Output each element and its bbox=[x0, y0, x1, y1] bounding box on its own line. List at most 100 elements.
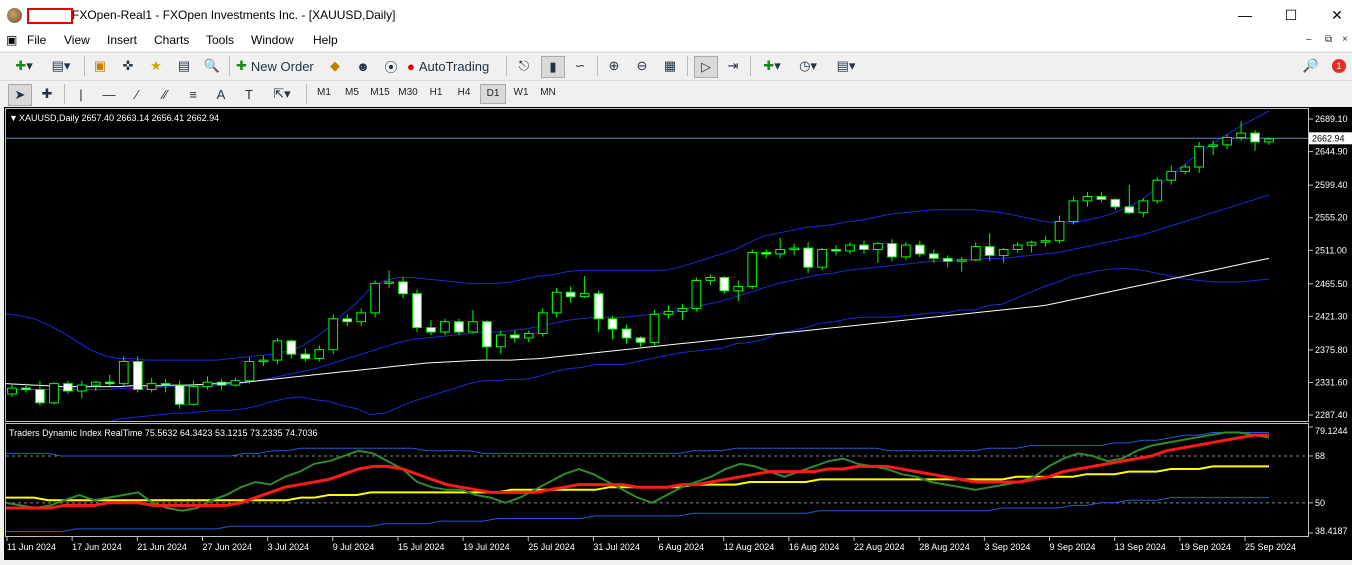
timeframe-m1[interactable]: M1 bbox=[312, 84, 336, 102]
candle-body bbox=[1264, 138, 1274, 143]
timeframe-h4[interactable]: H4 bbox=[452, 84, 476, 102]
menu-help[interactable]: Help bbox=[313, 33, 338, 47]
candle bbox=[551, 287, 562, 318]
candle-body bbox=[887, 243, 897, 258]
templates-icon[interactable]: ▤▾ bbox=[831, 56, 861, 76]
candlestick-icon[interactable]: ▮ bbox=[541, 56, 565, 78]
mdi-minimize-icon[interactable]: – bbox=[1306, 34, 1312, 45]
candle-body bbox=[929, 253, 939, 259]
new-order-button[interactable]: ✚ New Order bbox=[236, 56, 320, 76]
candle-body bbox=[1250, 132, 1260, 143]
mdi-restore-icon[interactable]: ⧉ bbox=[1325, 34, 1332, 45]
candle-body bbox=[733, 285, 744, 292]
candle-body bbox=[482, 321, 492, 348]
crosshair-icon[interactable]: ✚ bbox=[36, 84, 58, 104]
candle bbox=[132, 356, 143, 393]
candle-body bbox=[845, 244, 855, 252]
chart-header-triangle: ▼ bbox=[9, 113, 18, 123]
menu-file[interactable]: File bbox=[27, 33, 46, 47]
candle-body bbox=[551, 291, 562, 314]
candle-body bbox=[230, 380, 241, 386]
chart-doc-icon[interactable]: ▣ bbox=[6, 33, 17, 47]
bar-chart-icon[interactable]: ⎋ bbox=[513, 56, 535, 76]
close-icon[interactable]: ✕ bbox=[1314, 4, 1352, 26]
menu-insert[interactable]: Insert bbox=[107, 33, 137, 47]
text-label-icon[interactable]: T bbox=[238, 84, 260, 104]
strategy-tester-icon[interactable]: 🔍 bbox=[201, 56, 223, 76]
menu-tools[interactable]: Tools bbox=[206, 33, 234, 47]
candle-body bbox=[370, 282, 380, 314]
zoom-in-icon[interactable]: ⊕ bbox=[603, 56, 625, 76]
candle-body bbox=[398, 281, 408, 295]
profiles-icon[interactable]: ▤▾ bbox=[46, 56, 76, 76]
market-watch-icon[interactable]: ▣ bbox=[89, 56, 111, 76]
horizontal-line-icon[interactable]: — bbox=[98, 84, 120, 104]
equidistant-channel-icon[interactable]: ∕∕ bbox=[154, 84, 176, 104]
date-tick-label: 12 Aug 2024 bbox=[724, 542, 775, 552]
candle-body bbox=[915, 244, 925, 255]
line-studies-toolbar: ➤ ✚ | — ∕ ∕∕ ≡ A T ⇱▾ M1 M5 M15 M30 H1 H… bbox=[0, 80, 1352, 107]
date-tick-label: 31 Jul 2024 bbox=[593, 542, 640, 552]
candle-body bbox=[91, 381, 101, 386]
timeframe-m5[interactable]: M5 bbox=[340, 84, 364, 102]
candle-body bbox=[593, 293, 604, 320]
current-price-label: 2662.94 bbox=[1312, 133, 1345, 143]
autotrading-button[interactable]: ● AutoTrading bbox=[407, 56, 499, 76]
timeframe-h1[interactable]: H1 bbox=[424, 84, 448, 102]
date-tick-label: 28 Aug 2024 bbox=[919, 542, 970, 552]
timeframe-w1[interactable]: W1 bbox=[509, 84, 533, 102]
candle-body bbox=[1026, 241, 1037, 246]
candle-body bbox=[789, 247, 799, 251]
candle bbox=[412, 289, 422, 333]
new-chart-icon[interactable]: ✚ ▾ bbox=[8, 56, 40, 76]
maximize-icon[interactable]: ☐ bbox=[1268, 4, 1314, 26]
candle-body bbox=[859, 244, 869, 251]
signals-icon[interactable]: ⦿ bbox=[380, 56, 402, 76]
candle-body bbox=[454, 321, 464, 333]
date-tick-label: 13 Sep 2024 bbox=[1115, 542, 1166, 552]
experts-icon[interactable]: ☻ bbox=[352, 56, 374, 76]
trendline-icon[interactable]: ∕ bbox=[126, 84, 148, 104]
crosshair-navigator-icon[interactable]: ✜ bbox=[117, 56, 139, 76]
date-tick-label: 6 Aug 2024 bbox=[659, 542, 705, 552]
line-chart-icon[interactable]: ∽ bbox=[569, 56, 591, 76]
navigator-star-icon[interactable]: ★ bbox=[145, 56, 167, 76]
timeframe-d1[interactable]: D1 bbox=[480, 84, 506, 104]
search-icon[interactable]: 🔎 bbox=[1301, 56, 1321, 76]
autotrading-icon: ● bbox=[407, 58, 415, 74]
timeframe-m15[interactable]: M15 bbox=[368, 84, 392, 102]
vertical-line-icon[interactable]: | bbox=[70, 84, 92, 104]
chart-shift-icon[interactable]: ⇥ bbox=[722, 56, 744, 76]
fibonacci-icon[interactable]: ≡ bbox=[182, 84, 204, 104]
auto-scroll-icon[interactable]: ▷ bbox=[694, 56, 718, 78]
timeframe-mn[interactable]: MN bbox=[536, 84, 560, 102]
new-order-icon: ✚ bbox=[236, 58, 247, 73]
candle-body bbox=[188, 386, 199, 405]
minimize-icon[interactable]: — bbox=[1222, 4, 1268, 26]
cursor-icon[interactable]: ➤ bbox=[8, 84, 32, 106]
tile-windows-icon[interactable]: ▦ bbox=[659, 56, 681, 76]
notifications-icon[interactable]: 1 bbox=[1327, 56, 1351, 76]
candle-body bbox=[216, 381, 227, 386]
menu-charts[interactable]: Charts bbox=[154, 33, 189, 47]
periods-icon[interactable]: ◷▾ bbox=[793, 56, 823, 76]
arrows-icon[interactable]: ⇱▾ bbox=[266, 84, 298, 104]
candle-body bbox=[649, 313, 660, 343]
candle-body bbox=[35, 389, 45, 404]
mdi-close-icon[interactable]: × bbox=[1342, 34, 1348, 45]
candle-body bbox=[244, 361, 255, 382]
menu-window[interactable]: Window bbox=[251, 33, 294, 47]
candle-body bbox=[286, 340, 297, 355]
chart-window[interactable]: 2689.10 2644.90 2599.40 2555.20 2511.00 2465.… bbox=[4, 107, 1352, 562]
text-icon[interactable]: A bbox=[210, 84, 232, 104]
zoom-out-icon[interactable]: ⊖ bbox=[631, 56, 653, 76]
price-chart[interactable]: 2689.10 2644.90 2599.40 2555.20 2511.00 2465.… bbox=[4, 107, 1352, 560]
candle-body bbox=[621, 328, 632, 339]
candle bbox=[174, 380, 185, 409]
terminal-icon[interactable]: ▤ bbox=[173, 56, 195, 76]
candle-body bbox=[468, 321, 478, 333]
metaeditor-icon[interactable]: ◆ bbox=[324, 56, 346, 76]
menu-view[interactable]: View bbox=[64, 33, 90, 47]
indicators-icon[interactable]: ✚ ▾ bbox=[757, 56, 787, 76]
timeframe-m30[interactable]: M30 bbox=[396, 84, 420, 102]
